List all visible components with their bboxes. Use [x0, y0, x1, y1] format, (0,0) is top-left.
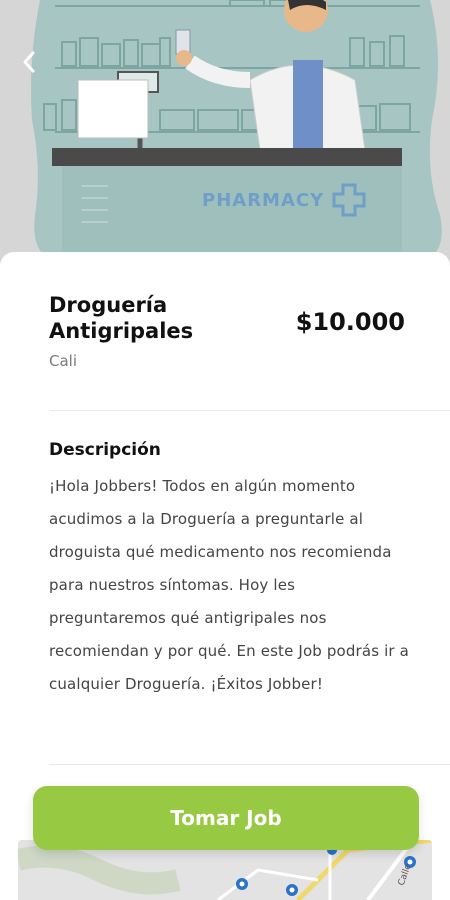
back-arrow-icon: [23, 51, 35, 73]
description-heading: Descripción: [49, 440, 161, 460]
back-button[interactable]: [22, 50, 62, 90]
pharmacy-sign-text: PHARMACY: [202, 190, 325, 211]
divider: [49, 764, 450, 765]
header-illustration: PHARMACY: [0, 0, 450, 270]
description-text: ¡Hola Jobbers! Todos en algún momento ac…: [49, 477, 409, 693]
take-job-button[interactable]: Tomar Job: [33, 786, 419, 850]
map-pin-icon[interactable]: [286, 884, 298, 896]
map-pin-icon[interactable]: [236, 878, 248, 890]
job-price: $10.000: [295, 308, 405, 336]
divider: [49, 410, 450, 411]
job-city: Cali: [49, 352, 78, 370]
job-header: Droguería Antigripales $10.000: [49, 292, 405, 344]
job-title: Droguería Antigripales: [49, 293, 194, 343]
